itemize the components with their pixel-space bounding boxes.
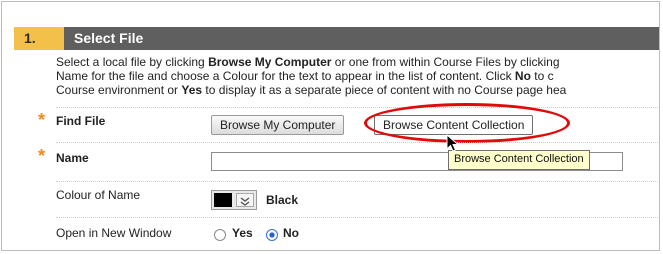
browse-my-computer-button[interactable]: Browse My Computer [211,115,345,135]
instructions-line-2: Name for the file and choose a Colour fo… [56,69,554,83]
row-divider [56,107,659,108]
find-file-label: Find File [56,114,106,128]
tooltip: Browse Content Collection [448,150,590,170]
step-number: 1. [14,27,64,50]
open-new-window-label: Open in New Window [56,226,172,240]
radio-yes-label: Yes [232,226,253,240]
colour-picker[interactable] [211,190,257,210]
asterisk-icon: * [38,110,46,130]
step-title: Select File [74,30,144,46]
colour-of-name-label: Colour of Name [56,188,141,202]
colour-value: Black [266,193,299,207]
instructions-text: Select a local file by clicking Browse M… [56,55,659,97]
file-upload-panel: 1. Select File Select a local file by cl… [1,1,660,251]
asterisk-icon: * [38,146,46,166]
browse-content-collection-button[interactable]: Browse Content Collection [374,115,534,135]
radio-no-label: No [283,226,299,240]
instructions-line-1: Select a local file by clicking Browse M… [56,55,560,69]
step-header: 1. Select File [14,27,659,50]
name-label: Name [56,151,89,165]
row-divider [56,181,659,182]
instructions-line-3: Course environment or Yes to display it … [56,83,567,97]
mouse-pointer-icon [446,134,460,152]
chevron-down-icon[interactable] [236,193,254,207]
row-divider [56,217,659,218]
row-divider [56,142,659,143]
radio-yes[interactable] [214,229,226,241]
colour-swatch [214,193,232,207]
radio-no[interactable] [266,229,278,241]
